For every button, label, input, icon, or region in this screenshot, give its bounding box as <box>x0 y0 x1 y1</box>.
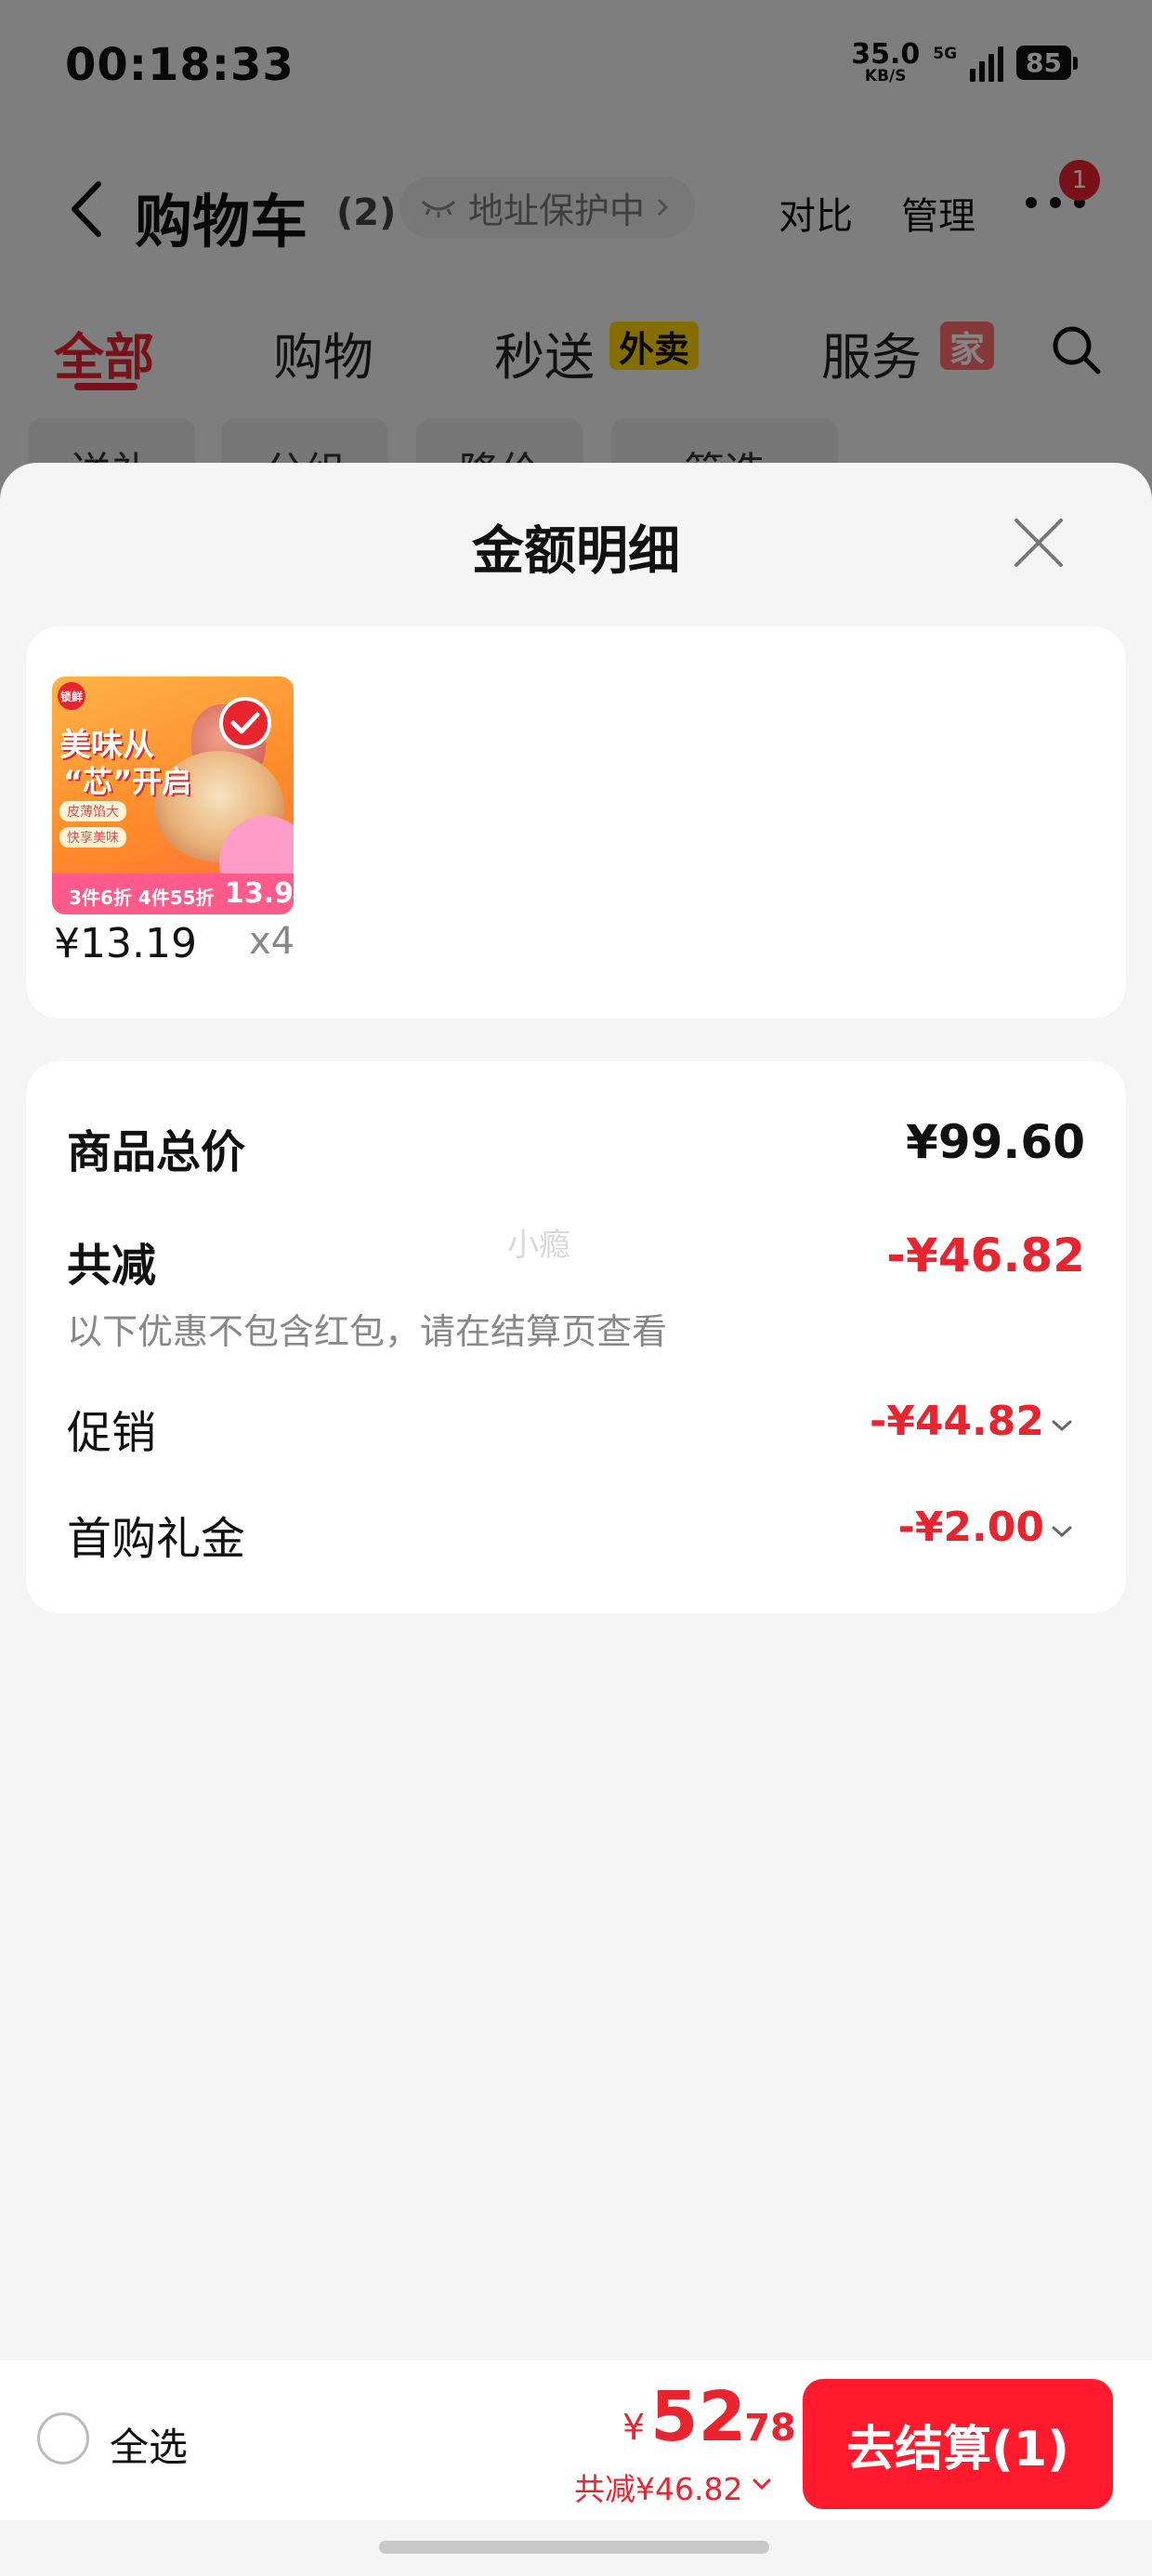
total-currency: ¥ <box>622 2407 646 2448</box>
sheet-title: 金额明细 <box>472 521 680 582</box>
selected-check-icon <box>219 697 271 749</box>
promotion-value[interactable]: -¥44.82 <box>870 1398 1044 1445</box>
total-price-value: ¥99.60 <box>906 1115 1085 1169</box>
chevron-down-icon[interactable] <box>1050 1418 1074 1433</box>
price-breakdown-card: 商品总价 ¥99.60 小瘾 共减 -¥46.82 以下优惠不包含红包，请在结算… <box>26 1061 1126 1613</box>
product-thumbnail[interactable]: 锁鲜 美味从 “芯”开启 皮薄馅大 快享美味 3件6折 4件55折 13.9 <box>52 677 294 914</box>
total-saving[interactable]: 共减¥46.82 <box>574 2464 742 2509</box>
first-purchase-gift-label: 首购礼金 <box>67 1513 246 1565</box>
checkout-button[interactable]: 去结算(1) <box>803 2379 1113 2509</box>
product-slogan-line2: “芯”开启 <box>63 764 192 799</box>
watermark: 小瘾 <box>507 1227 570 1264</box>
promo-text: 3件6折 4件55折 <box>69 887 215 909</box>
price-tag: 13.9 <box>225 877 294 910</box>
close-icon[interactable] <box>1011 515 1067 571</box>
total-amount-decimal: .78 <box>730 2407 796 2450</box>
discount-note: 以下优惠不包含红包，请在结算页查看 <box>67 1311 668 1352</box>
amount-details-sheet: 金额明细 锁鲜 美味从 “芯”开启 皮薄馅大 快享美味 3件6折 4件55折 1… <box>0 463 1152 2576</box>
discount-label: 共减 <box>67 1240 157 1292</box>
first-purchase-gift-value[interactable]: -¥2.00 <box>898 1504 1044 1551</box>
brand-logo: 锁鲜 <box>58 682 85 710</box>
select-all-label[interactable]: 全选 <box>110 2416 188 2473</box>
checkout-bar: 全选 ¥ 52 .78 共减¥46.82 去结算(1) <box>0 2360 1152 2520</box>
select-all-checkbox[interactable] <box>37 2412 89 2464</box>
chevron-down-icon[interactable] <box>751 2477 773 2492</box>
selected-items-card: 锁鲜 美味从 “芯”开启 皮薄馅大 快享美味 3件6折 4件55折 13.9 ¥… <box>26 626 1126 1019</box>
product-feature: 快享美味 <box>59 827 126 848</box>
total-price-label: 商品总价 <box>67 1126 246 1178</box>
promotion-label: 促销 <box>67 1407 157 1459</box>
discount-value: -¥46.82 <box>886 1229 1085 1282</box>
product-feature: 皮薄馅大 <box>59 801 126 821</box>
item-price: ¥13.19 <box>54 920 197 967</box>
item-quantity: x4 <box>249 920 295 963</box>
chevron-down-icon[interactable] <box>1050 1524 1074 1539</box>
home-indicator[interactable] <box>379 2541 769 2554</box>
